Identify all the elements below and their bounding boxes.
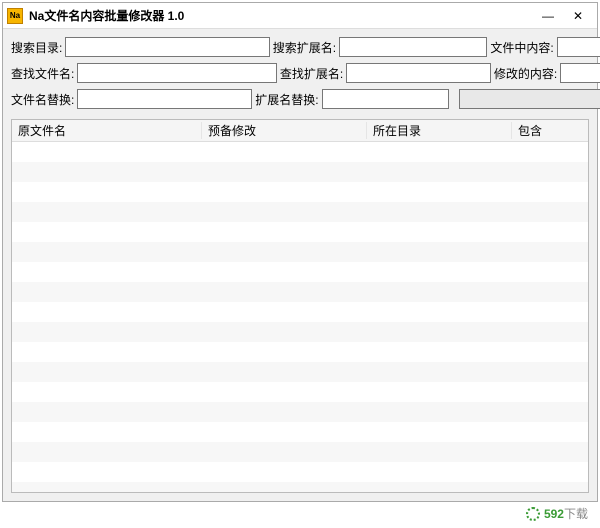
input-find-ext[interactable] — [346, 63, 491, 83]
app-window: Na Na文件名内容批量修改器 1.0 — ✕ 搜索目录: 搜索扩展名: 文件中… — [2, 2, 598, 502]
input-replace-ext[interactable] — [322, 89, 449, 109]
app-icon: Na — [7, 8, 23, 24]
table-header: 原文件名 预备修改 所在目录 包含 — [12, 120, 588, 142]
label-replace-filename: 文件名替换: — [11, 91, 74, 108]
label-replace-ext: 扩展名替换: — [255, 91, 318, 108]
input-find-filename[interactable] — [77, 63, 276, 83]
close-button[interactable]: ✕ — [563, 6, 593, 26]
watermark: 592下载 — [526, 505, 588, 522]
col-pending-modify[interactable]: 预备修改 — [202, 122, 367, 139]
form-left: 搜索目录: 搜索扩展名: 文件中内容: 查找文件名: 查找扩展名: 修改的内容: — [11, 37, 600, 115]
input-modify-content[interactable] — [560, 63, 600, 83]
form-row-1: 搜索目录: 搜索扩展名: 文件中内容: — [11, 37, 600, 57]
form-row-2: 查找文件名: 查找扩展名: 修改的内容: — [11, 63, 600, 83]
col-original-filename[interactable]: 原文件名 — [12, 122, 202, 139]
col-directory[interactable]: 所在目录 — [367, 122, 512, 139]
label-search-ext: 搜索扩展名: — [273, 39, 336, 56]
window-controls: — ✕ — [533, 6, 593, 26]
titlebar: Na Na文件名内容批量修改器 1.0 — ✕ — [3, 3, 597, 29]
watermark-icon — [526, 507, 540, 521]
input-disabled-field — [459, 89, 600, 109]
table-body[interactable] — [12, 142, 588, 492]
input-search-dir[interactable] — [65, 37, 269, 57]
label-modify-content: 修改的内容: — [494, 65, 557, 82]
label-find-filename: 查找文件名: — [11, 65, 74, 82]
form-row-3: 文件名替换: 扩展名替换: — [11, 89, 600, 109]
label-search-dir: 搜索目录: — [11, 39, 62, 56]
form-area: 搜索目录: 搜索扩展名: 文件中内容: 查找文件名: 查找扩展名: 修改的内容: — [11, 37, 589, 115]
label-find-ext: 查找扩展名: — [280, 65, 343, 82]
window-title: Na文件名内容批量修改器 1.0 — [29, 7, 533, 24]
input-search-ext[interactable] — [339, 37, 487, 57]
results-table: 原文件名 预备修改 所在目录 包含 — [11, 119, 589, 493]
watermark-text: 592下载 — [544, 505, 588, 522]
input-file-content[interactable] — [557, 37, 600, 57]
label-file-content: 文件中内容: — [490, 39, 553, 56]
minimize-button[interactable]: — — [533, 6, 563, 26]
col-contains[interactable]: 包含 — [512, 122, 588, 139]
input-replace-filename[interactable] — [77, 89, 252, 109]
content-area: 搜索目录: 搜索扩展名: 文件中内容: 查找文件名: 查找扩展名: 修改的内容: — [3, 29, 597, 501]
